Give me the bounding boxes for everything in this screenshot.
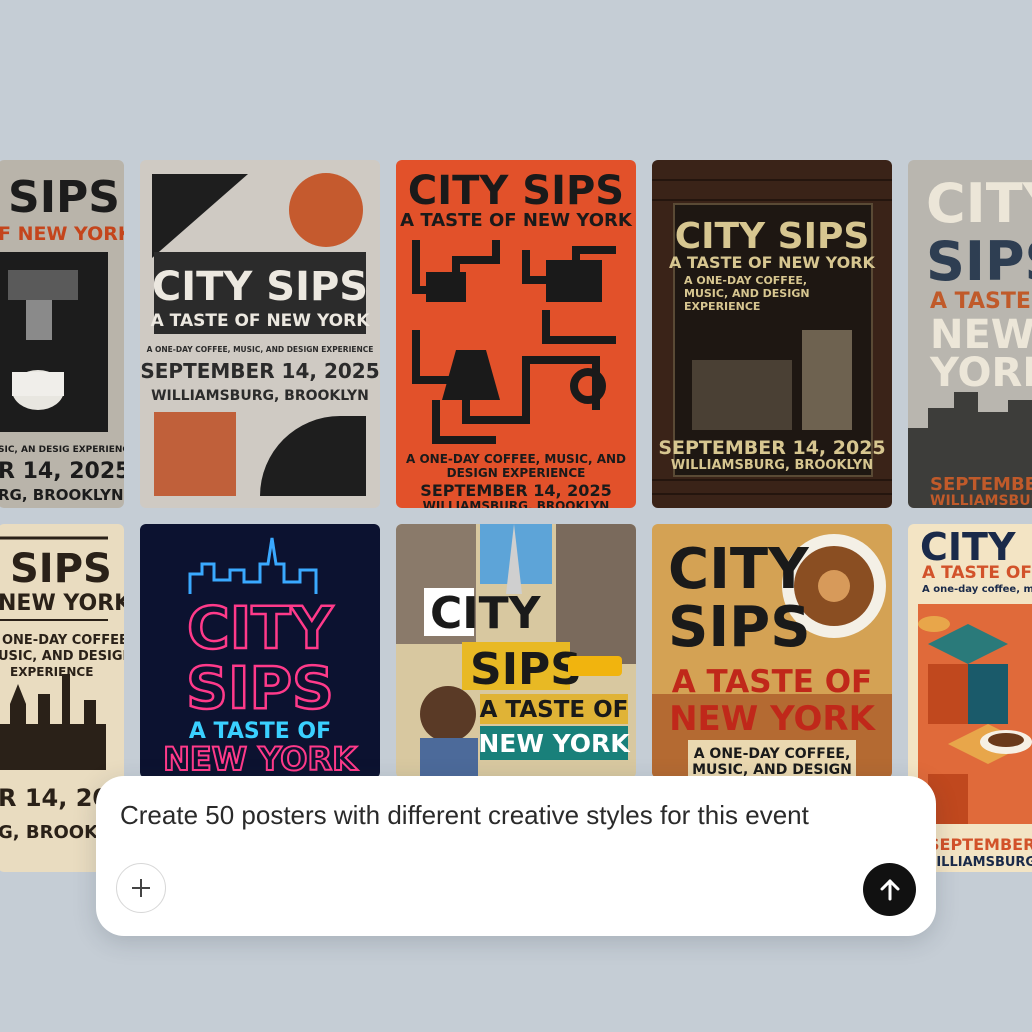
svg-text:A ONE-DAY COFFEE,: A ONE-DAY COFFEE, [684,274,807,287]
square-shape [154,412,236,496]
svg-text:A ONE-DAY COFFEE,: A ONE-DAY COFFEE, [694,746,851,762]
coffee-grinder-image [802,330,852,430]
poster-subtitle: A TASTE OF NEW YORK [400,210,633,231]
poster-art: CITY SIPS A TASTE OF NEW YORK SEPTEMBER … [908,160,1032,508]
svg-text:SEPTEMBER 14, 2025: SEPTEMBER 14, 2025 [140,359,379,383]
prompt-input[interactable]: Create 50 posters with different creativ… [120,800,912,831]
poster-latte-grunge[interactable]: CITY SIPS A TASTE OF NEW YORK A ONE-DAY … [652,524,892,778]
prompt-composer: Create 50 posters with different creativ… [96,776,936,936]
svg-text:WILLIAMSBURG, BROOKLYN: WILLIAMSBURG, BROOKLYN [671,458,873,473]
poster-subtitle: A TASTE OF NEW YORK [151,311,371,331]
plus-icon [132,879,150,897]
svg-text:DESIGN EXPERIENCE: DESIGN EXPERIENCE [447,466,586,480]
svg-text:SEPTEMBER 14, 2025: SEPTEMBER 14, 2025 [420,481,611,500]
add-attachment-button[interactable] [116,863,166,913]
poster-art: CITY SIPS A TASTE OF NEW YORK A ONE-DAY … [140,160,380,508]
svg-text:A one-day coffee, music,: A one-day coffee, music, [922,584,1032,595]
svg-text:SIPS: SIPS [668,595,811,660]
svg-text:EXPERIENCE: EXPERIENCE [10,665,93,679]
poster-title: CITY [668,537,810,602]
svg-text:SIPS: SIPS [470,644,582,695]
poster-title: SIPS [8,172,120,223]
poster-art: CITY SIPS A TASTE OF NEW YORK A ONE-DAY … [652,524,892,778]
poster-collage[interactable]: CITY SIPS A TASTE OF NEW YORK [396,524,636,778]
poster-skyline-grey[interactable]: CITY SIPS A TASTE OF NEW YORK SEPTEMBER … [908,160,1032,508]
arrow-up-icon [880,879,899,900]
svg-text:ONE-DAY COFFEE,: ONE-DAY COFFEE, [2,633,124,648]
poster-bauhaus[interactable]: CITY SIPS A TASTE OF NEW YORK A ONE-DAY … [140,160,380,508]
poster-title: CITY SIPS [408,168,624,214]
svg-text:A TASTE OF: A TASTE OF [480,697,629,723]
poster-art: CITY SIPS A TASTE OF NEW YORK A ONE-DAY … [652,160,892,508]
svg-text:SIC, AN DESIG EXPERIENCE: SIC, AN DESIG EXPERIENCE [0,445,124,455]
svg-text:A TASTE OF: A TASTE OF [930,289,1032,314]
svg-text:WILLIAMSBURG: WILLIAMSBURG [930,493,1032,508]
svg-text:SIPS: SIPS [926,230,1032,293]
poster-espresso-bw[interactable]: SIPS F NEW YORK SIC, AN DESIG EXPERIENCE… [0,160,124,508]
svg-text:SEPTEMBER: SEPTEMBER [928,835,1032,854]
person-image [420,686,476,742]
svg-text:A ONE-DAY COFFEE, MUSIC, AND D: A ONE-DAY COFFEE, MUSIC, AND DESIGN EXPE… [147,345,374,354]
poster-title: CITY [187,594,334,662]
poster-pipes-orange[interactable]: CITY SIPS A TASTE OF NEW YORK A ONE-DAY … [396,160,636,508]
svg-text:SEPTEMBER: SEPTEMBER [930,474,1032,495]
svg-text:YORK: YORK [929,350,1032,396]
poster-title: CITY [430,588,542,639]
poster-brick-vintage[interactable]: CITY SIPS A TASTE OF NEW YORK A ONE-DAY … [652,160,892,508]
svg-text:NEW YORK: NEW YORK [669,699,877,739]
svg-text:MUSIC, AND DESIGN: MUSIC, AND DESIGN [684,287,810,300]
poster-title: CITY [926,172,1032,235]
svg-text:RG, BROOKLYN: RG, BROOKLYN [0,486,124,504]
poster-art: CITY SIPS A TASTE OF NEW YORK [396,524,636,778]
poster-art: CITY SIPS A TASTE OF NEW YORK A ONE-DAY … [396,160,636,508]
poster-subtitle: A TASTE OF [922,563,1032,583]
poster-title: SIPS [10,546,112,592]
isometric-city-illustration [918,604,1032,824]
svg-text:A TASTE OF: A TASTE OF [672,664,873,700]
poster-subtitle: NEW YORK [0,591,124,616]
svg-text:WILLIAMSBURG, BROOKLYN: WILLIAMSBURG, BROOKLYN [423,499,610,508]
svg-text:EXPERIENCE: EXPERIENCE [684,300,760,313]
poster-neon[interactable]: CITY SIPS A TASTE OF NEW YORK [140,524,380,778]
poster-title: CITY SIPS [675,216,870,257]
svg-text:WILLIAMSBURG: WILLIAMSBURG [922,855,1032,870]
svg-text:USIC, AND DESIGN: USIC, AND DESIGN [0,649,124,664]
svg-text:A ONE-DAY COFFEE, MUSIC, AND: A ONE-DAY COFFEE, MUSIC, AND [406,452,626,466]
send-button[interactable] [863,863,916,916]
svg-text:SIPS: SIPS [186,654,334,722]
poster-art: CITY SIPS A TASTE OF NEW YORK [140,524,380,778]
circle-shape [289,173,363,247]
svg-text:NEW YORK: NEW YORK [478,729,631,758]
svg-text:WILLIAMSBURG, BROOKLYN: WILLIAMSBURG, BROOKLYN [151,388,369,404]
poster-title: CITY SIPS [152,264,368,310]
svg-text:SEPTEMBER 14, 2025: SEPTEMBER 14, 2025 [658,437,885,459]
taxi-image [568,656,622,676]
poster-art: SIPS F NEW YORK SIC, AN DESIG EXPERIENCE… [0,160,124,508]
svg-text:R 14, 2025: R 14, 2025 [0,459,124,484]
poster-subtitle: A TASTE OF NEW YORK [669,253,876,272]
svg-text:NEW YORK: NEW YORK [163,740,358,778]
poster-subtitle: F NEW YORK [0,223,124,245]
